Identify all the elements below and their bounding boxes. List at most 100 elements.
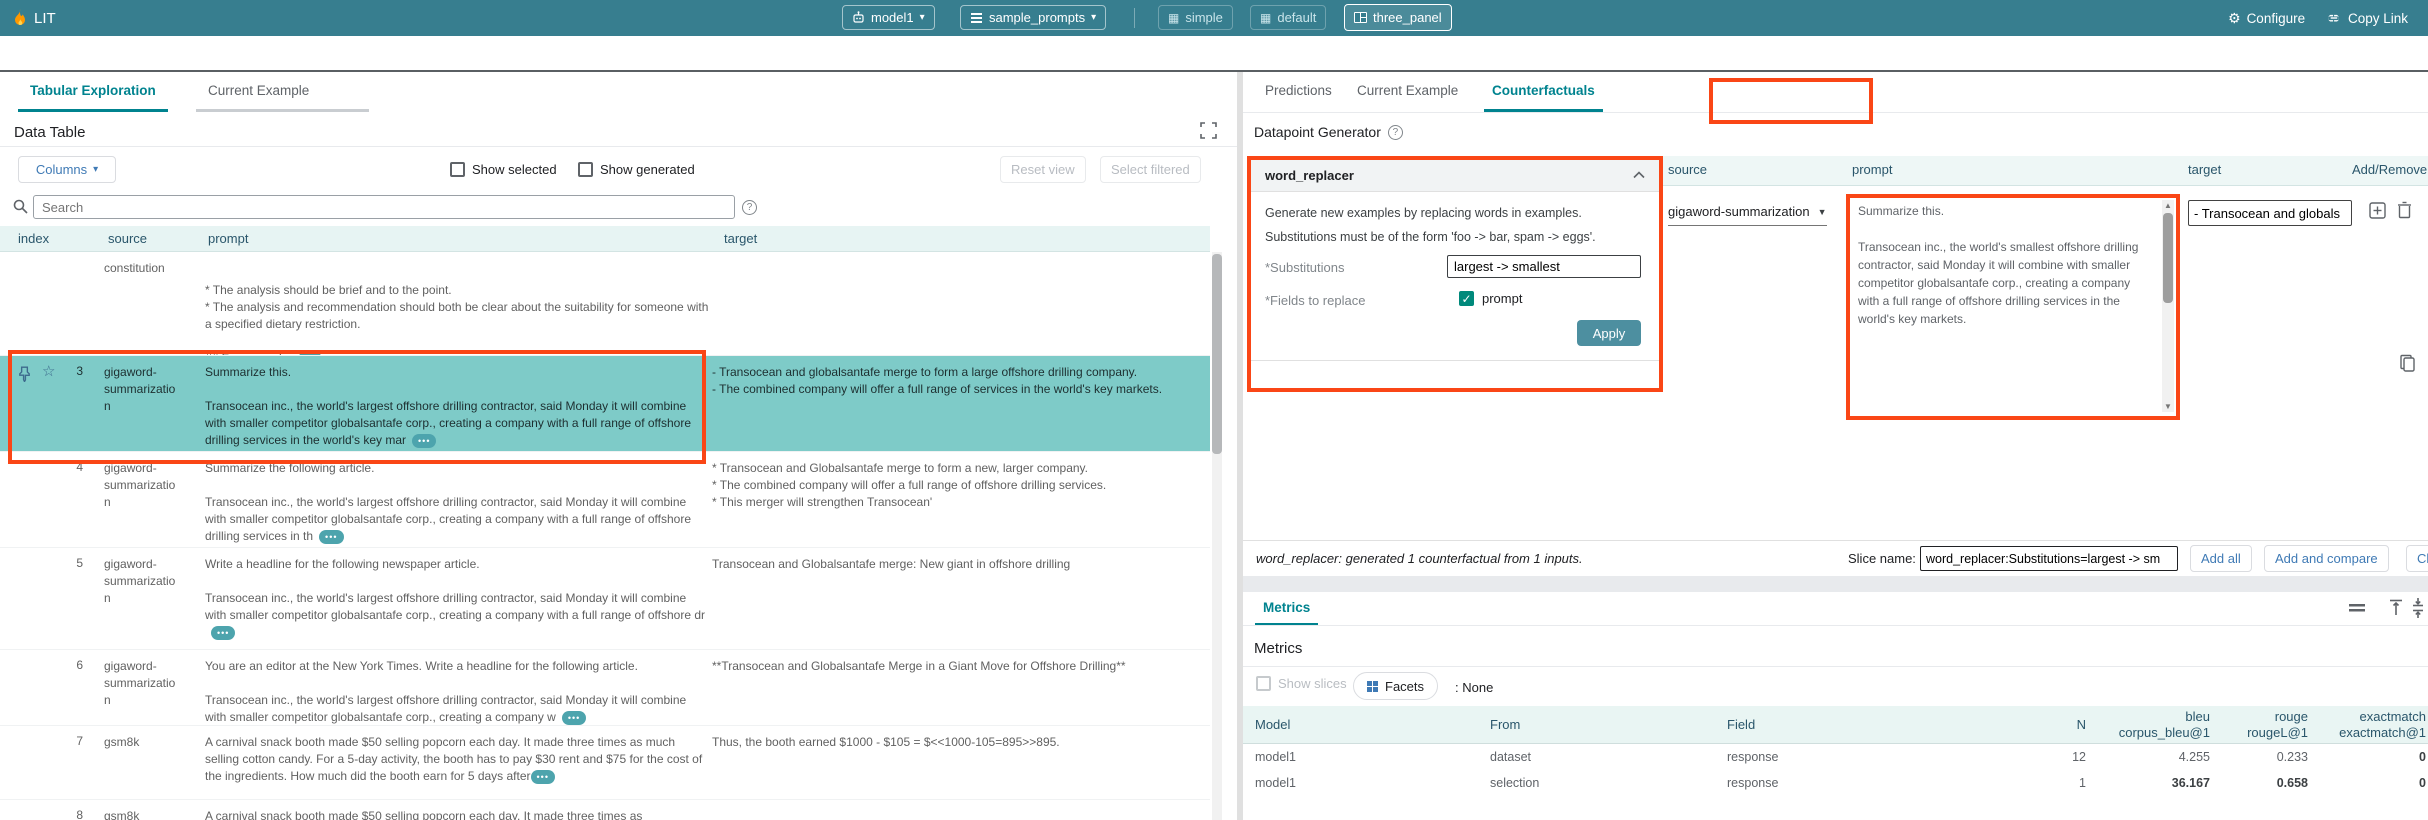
show-generated-label: Show generated — [600, 162, 695, 177]
metrics-col-field[interactable]: Field — [1727, 717, 1755, 732]
copy-link-button[interactable]: Copy Link — [2326, 0, 2408, 36]
col-header-prompt[interactable]: prompt — [208, 231, 248, 246]
cell-prompt: A carnival snack booth made $50 selling … — [205, 734, 710, 785]
ellipsis-pill[interactable]: ••• — [531, 770, 555, 784]
prompt-field-checkbox[interactable]: ✓ — [1459, 291, 1474, 306]
word-replacer-card: word_replacer Generate new examples by r… — [1251, 160, 1659, 388]
scrollbar-thumb[interactable] — [1212, 254, 1222, 454]
configure-button[interactable]: ⚙ Configure — [2228, 0, 2305, 36]
dataset-icon — [970, 12, 983, 24]
metrics-row[interactable]: model1 dataset response 12 4.255 0.233 0 — [1243, 744, 2428, 770]
metrics-col-bleu-sub[interactable]: corpus_bleu@1 — [2100, 725, 2210, 740]
resize-height-icon[interactable] — [2389, 599, 2403, 617]
cell-prompt: You are an editor at the New York Times.… — [205, 658, 710, 726]
collapse-height-icon[interactable] — [2411, 597, 2425, 619]
counterfactual-target-input[interactable] — [2188, 200, 2352, 226]
show-slices-control[interactable]: Show slices — [1256, 676, 1347, 691]
show-generated-control[interactable]: Show generated — [578, 162, 695, 177]
metrics-title: Metrics — [1254, 640, 1302, 657]
col-header-target[interactable]: target — [724, 231, 757, 246]
scrollbar-thumb[interactable] — [2163, 213, 2173, 303]
table-row[interactable]: 5 gigaword-summarization Write a headlin… — [0, 548, 1210, 650]
select-filtered-button[interactable]: Select filtered — [1100, 156, 1201, 183]
search-help-icon[interactable]: ? — [742, 200, 757, 215]
tab-tabular-exploration[interactable]: Tabular Exploration — [30, 72, 156, 109]
tab-current-example[interactable]: Current Example — [1357, 72, 1458, 109]
substitutions-input[interactable] — [1447, 255, 1641, 278]
source-select[interactable]: gigaword-summarization ▼ — [1668, 204, 1827, 226]
table-row[interactable]: 7 gsm8k A carnival snack booth made $50 … — [0, 726, 1210, 800]
copy-icon[interactable] — [2399, 354, 2416, 373]
ellipsis-pill[interactable]: ••• — [319, 530, 343, 544]
model-selector[interactable]: model1 ▾ — [842, 5, 935, 30]
slice-name-input[interactable] — [1920, 546, 2178, 571]
tab-metrics[interactable]: Metrics — [1263, 592, 1310, 623]
scroll-up-icon[interactable]: ▲ — [2164, 201, 2172, 210]
counterfactual-prompt-box[interactable]: Summarize this. Transocean inc., the wor… — [1850, 198, 2176, 416]
cell-index: 8 — [55, 808, 83, 820]
ellipsis-pill[interactable]: ••• — [412, 434, 436, 448]
metrics-col-exactmatch-sub[interactable]: exactmatch@1 — [2318, 725, 2426, 740]
table-row[interactable]: 8 gsm8k A carnival snack booth made $50 … — [0, 800, 1210, 820]
metrics-col-n[interactable]: N — [2000, 717, 2086, 732]
metrics-col-bleu[interactable]: bleu — [2100, 709, 2210, 724]
layout-three-panel-button[interactable]: three_panel — [1344, 4, 1452, 31]
show-slices-checkbox[interactable] — [1256, 676, 1271, 691]
table-row-selected[interactable]: ☆ 3 gigaword-summarization Summarize thi… — [0, 356, 1210, 452]
metrics-col-exactmatch[interactable]: exactmatch — [2318, 709, 2426, 724]
right-panel: Predictions Current Example Counterfactu… — [1243, 72, 2428, 820]
show-selected-checkbox[interactable] — [450, 162, 465, 177]
field-option[interactable]: ✓ prompt — [1459, 291, 1522, 306]
col-header-index[interactable]: index — [18, 231, 49, 246]
dataset-selector[interactable]: sample_prompts ▾ — [960, 5, 1106, 30]
tab-label: Metrics — [1263, 600, 1310, 615]
tab-predictions[interactable]: Predictions — [1265, 72, 1332, 109]
cell-source: gigaword-summarization — [104, 364, 182, 415]
select-caret-icon: ▼ — [1818, 207, 1827, 217]
ellipsis-pill[interactable]: ••• — [562, 711, 586, 725]
data-table-title: Data Table — [14, 124, 85, 141]
add-all-button[interactable]: Add all — [2190, 545, 2252, 572]
metrics-row[interactable]: model1 selection response 1 36.167 0.658… — [1243, 770, 2428, 796]
link-icon — [2326, 13, 2342, 23]
module-divider[interactable] — [1243, 576, 2428, 592]
apply-button[interactable]: Apply — [1577, 320, 1641, 346]
table-row[interactable]: 6 gigaword-summarization You are an edit… — [0, 650, 1210, 726]
table-row[interactable]: 4 gigaword-summarization Summarize the f… — [0, 452, 1210, 548]
metrics-col-rouge-sub[interactable]: rougeL@1 — [2220, 725, 2308, 740]
drag-handle-icon[interactable] — [2349, 604, 2365, 612]
scroll-down-icon[interactable]: ▼ — [2164, 402, 2172, 411]
layout-default-label: default — [1277, 10, 1316, 25]
tab-counterfactuals[interactable]: Counterfactuals — [1492, 72, 1595, 109]
metrics-header-row: Model From Field N bleu corpus_bleu@1 ro… — [1243, 706, 2428, 744]
metrics-col-from[interactable]: From — [1490, 717, 1520, 732]
ellipsis-pill[interactable]: ••• — [211, 626, 235, 640]
star-icon[interactable]: ☆ — [42, 362, 55, 380]
show-generated-checkbox[interactable] — [578, 162, 593, 177]
layout-simple-button[interactable]: ▦ simple — [1158, 5, 1233, 30]
prompt-scrollbar[interactable]: ▲ ▼ — [2162, 200, 2174, 412]
search-input[interactable] — [33, 195, 735, 219]
table-scrollbar[interactable] — [1212, 252, 1222, 820]
expand-module-icon[interactable] — [1200, 122, 1217, 139]
reset-view-button[interactable]: Reset view — [1000, 156, 1086, 183]
col-header-source[interactable]: source — [108, 231, 147, 246]
columns-dropdown[interactable]: Columns ▾ — [18, 156, 116, 183]
metrics-col-rouge[interactable]: rouge — [2220, 709, 2308, 724]
table-row[interactable]: constitution * The analysis should be br… — [0, 252, 1210, 356]
metrics-cell-n: 1 — [2000, 776, 2086, 790]
facets-icon — [1367, 681, 1378, 692]
result-col-prompt: prompt — [1852, 162, 1892, 177]
clear-button[interactable]: Clear — [2406, 545, 2428, 572]
add-and-compare-button[interactable]: Add and compare — [2264, 545, 2389, 572]
tab-current-example[interactable]: Current Example — [208, 72, 309, 109]
add-datapoint-icon[interactable] — [2369, 202, 2386, 219]
delete-datapoint-icon[interactable] — [2397, 201, 2412, 219]
layout-default-button[interactable]: ▦ default — [1250, 5, 1326, 30]
word-replacer-expando-header[interactable]: word_replacer — [1251, 160, 1659, 192]
metrics-col-model[interactable]: Model — [1255, 717, 1290, 732]
facets-button[interactable]: Facets — [1353, 672, 1438, 700]
pin-icon[interactable] — [18, 366, 31, 382]
show-selected-control[interactable]: Show selected — [450, 162, 557, 177]
generator-help-icon[interactable]: ? — [1388, 125, 1403, 140]
